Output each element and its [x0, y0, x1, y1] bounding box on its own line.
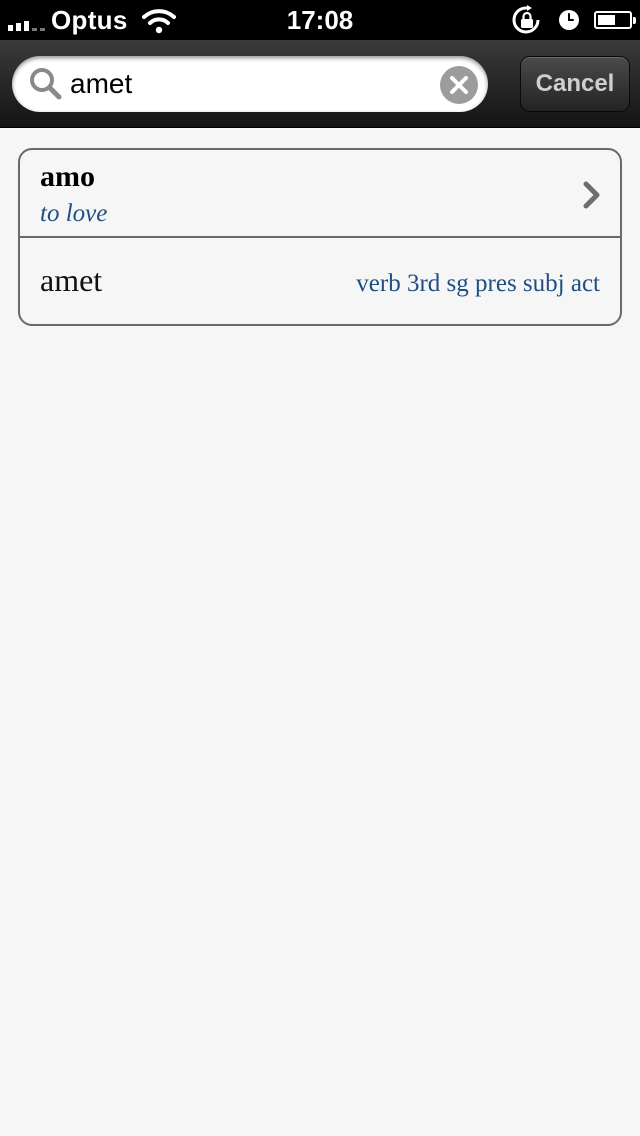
status-right: [510, 0, 636, 40]
alarm-icon: [559, 10, 579, 30]
chevron-right-icon: [583, 181, 600, 209]
rotation-lock-icon: [512, 5, 540, 34]
status-bar: Optus 17:08: [0, 0, 640, 40]
form-parse: verb 3rd sg pres subj act: [356, 270, 600, 297]
form-word: amet: [40, 262, 103, 298]
lemma-row[interactable]: amo to love: [20, 150, 620, 238]
clear-button[interactable]: [440, 66, 478, 104]
battery-level: [598, 15, 615, 25]
search-icon: [30, 68, 62, 100]
cancel-button[interactable]: Cancel: [520, 56, 630, 112]
lemma-gloss: to love: [40, 200, 108, 227]
search-field[interactable]: [12, 56, 488, 112]
battery-icon: [594, 11, 636, 29]
form-row[interactable]: amet verb 3rd sg pres subj act: [20, 238, 620, 324]
results-list: amo to love amet verb 3rd sg pres subj a…: [18, 148, 622, 326]
clear-icon: [450, 76, 468, 94]
search-input[interactable]: [70, 64, 430, 104]
search-bar: Cancel: [0, 40, 640, 128]
lemma-word: amo: [40, 160, 95, 193]
